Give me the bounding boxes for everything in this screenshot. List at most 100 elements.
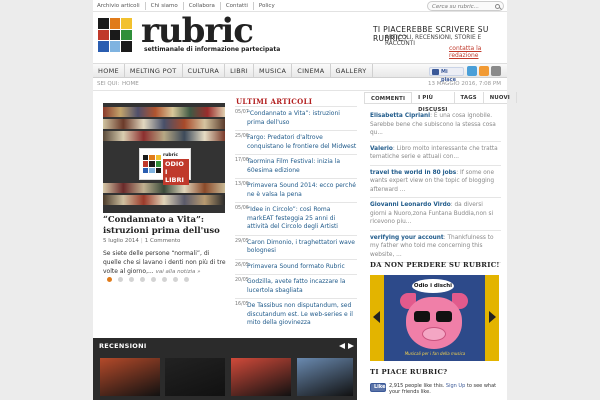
latest-article-item: 05/07 “Condannato a Vita”: istruzioni pri… [235,106,357,130]
fb-box-heading: TI PIACE RUBRIC? [370,368,448,376]
facebook-like-button[interactable]: Mi piace [429,67,464,83]
slider-badge: rubric ODIO I LIBRI [139,148,191,185]
toplink-archivio[interactable]: Archivio articoli [97,2,146,10]
slider-dot[interactable] [118,277,123,282]
latest-article-date: 20/05 [235,278,249,283]
top-links: Archivio articoli Chi siamo Collabora Co… [97,2,280,10]
review-thumbnail[interactable] [231,358,291,396]
search-icon[interactable] [495,3,500,9]
email-icon[interactable] [491,66,501,76]
nav-item-cinema[interactable]: CINEMA [292,64,331,78]
latest-article-date: 26/05 [235,262,249,268]
latest-article-link[interactable]: “Idee in Circolo”: così Roma markEAT fes… [247,206,357,232]
banner-heading: DA NON PERDERE SU RUBRIC! [370,261,500,269]
featured-title-link[interactable]: “Condannato a Vita”: istruzioni prima de… [103,215,228,237]
latest-articles-list: 05/07 “Condannato a Vita”: istruzioni pri… [235,106,357,331]
pig-illustration-icon [406,297,462,349]
fb-signup-link[interactable]: Sign Up [446,383,465,389]
carousel-prev-icon[interactable] [339,343,345,349]
fb-box-like-button[interactable]: Like [370,383,386,392]
toplink-collabora[interactable]: Collabora [184,2,221,10]
rss-icon[interactable] [479,66,489,76]
carousel-next-icon[interactable] [348,343,354,349]
nav-item-gallery[interactable]: GALLERY [331,64,373,78]
toplink-policy[interactable]: Policy [254,2,280,10]
latest-article-link[interactable]: Fargo: Predatori d'altrove conquistano l… [247,134,357,151]
slider-dot[interactable] [129,277,134,282]
featured-date: 5 luglio 2014 [103,238,139,244]
nav-item-libri[interactable]: LIBRI [225,64,255,78]
review-thumbnail[interactable] [165,358,225,396]
facebook-thumb-icon [432,69,439,75]
comment-author-link[interactable]: verifying your account [370,235,444,241]
tab-tags[interactable]: TAGS [455,92,484,103]
recensioni-carousel: RECENSIONI [93,338,357,400]
latest-article-item: 13/06 Primavera Sound 2014: ecco perché n… [235,178,357,202]
latest-articles-heading: ULTIMI ARTICOLI [236,97,313,106]
banner-caption: Musicali per i fan della musica [404,351,466,356]
slider-dot[interactable] [107,277,112,282]
featured-read-more-link[interactable]: vai alla notizia » [156,269,201,275]
latest-article-link[interactable]: Primavera Sound 2014: ecco perché ne è v… [247,182,357,199]
nav-item-musica[interactable]: MUSICA [254,64,293,78]
slider-dot[interactable] [151,277,156,282]
latest-article-link[interactable]: De Tassibus non disputandum, sed discuta… [247,302,357,328]
tab-piu-discussi[interactable]: I PIÙ DISCUSSI [412,92,455,113]
latest-article-item: 16/05 De Tassibus non disputandum, sed di… [235,298,357,331]
featured-excerpt: Se siete delle persone “normali”, di que… [103,249,228,277]
comment-author-link[interactable]: travel the world in 80 jobs [370,170,456,176]
latest-article-date: 29/05 [235,238,249,244]
featured-comments-link[interactable]: 1 Commento [145,238,181,244]
comment-item: verifying your account: Thankfulness to … [370,231,501,263]
promo-banner[interactable]: Odio i dischi Musicali per i fan della m… [370,275,499,361]
social-icons [467,66,501,76]
breadcrumb-home-link[interactable]: HOME [122,81,139,87]
latest-article-item: 20/05 Godzilla, avete fatto incazzare la … [235,274,357,298]
latest-article-item: 29/05 Caron Dimonio, i traghettatori wave… [235,234,357,259]
search-input[interactable] [428,3,492,11]
latest-article-link[interactable]: “Condannato a Vita”: istruzioni prima de… [247,110,357,127]
comment-author-link[interactable]: Valerio [370,146,393,152]
nav-item-melting-pot[interactable]: MELTING POT [125,64,183,78]
slider-dot[interactable] [140,277,145,282]
review-thumbnail[interactable] [100,358,160,396]
comment-author-link[interactable]: Giovanni Leonardo Virdo [370,202,451,208]
featured-slider-image[interactable]: rubric ODIO I LIBRI [103,103,225,213]
slider-dot[interactable] [162,277,167,282]
latest-article-link[interactable]: Godzilla, avete fatto incazzare la lucer… [247,278,357,295]
latest-article-link[interactable]: Primavera Sound formato Rubric [247,263,357,272]
latest-article-link[interactable]: Caron Dimonio, i traghettatori wave bolo… [247,239,357,256]
latest-article-date: 17/06 [235,158,249,163]
sidebar-tabs: COMMENTI I PIÙ DISCUSSI TAGS NUOVI [364,92,517,113]
comment-item: Valerio: Libro molto interessante che tr… [370,142,501,166]
tab-commenti[interactable]: COMMENTI [364,92,413,103]
slider-dot[interactable] [184,277,189,282]
latest-article-date: 13/06 [235,182,249,187]
review-thumbnail[interactable] [297,358,353,396]
logo-icon[interactable] [98,18,132,52]
latest-article-link[interactable]: Taormina Film Festival: inizia la 60esim… [247,158,357,175]
logo-wordmark[interactable]: rubric [141,12,254,50]
banner-next-icon[interactable] [489,311,496,323]
nav-item-cultura[interactable]: CULTURA [183,64,226,78]
toplink-chi-siamo[interactable]: Chi siamo [146,2,184,10]
badge-logo-icon [143,155,161,173]
comment-author-link[interactable]: Elisabetta Cipriani [370,113,430,119]
badge-word: rubric [163,153,179,158]
twitter-icon[interactable] [467,66,477,76]
comment-item: Giovanni Leonardo Virdo: da diversi gior… [370,198,501,231]
slider-pagination [107,277,189,282]
latest-article-date: 16/05 [235,302,249,307]
contact-redazione-link[interactable]: contatta la redazione [449,45,507,59]
slider-dot[interactable] [173,277,178,282]
badge-title: ODIO I LIBRI [163,159,189,185]
comments-list: Elisabetta Cipriani: È una cosa ignobile… [370,109,501,263]
latest-article-item: 26/05 Primavera Sound formato Rubric [235,258,357,275]
toplink-contatti[interactable]: Contatti [221,2,254,10]
nav-item-home[interactable]: HOME [93,64,125,78]
breadcrumb-label: SEI QUI: [97,81,120,87]
latest-article-item: 05/06 “Idee in Circolo”: così Roma markEA… [235,202,357,235]
tab-nuovi[interactable]: NUOVI [484,92,517,103]
banner-prev-icon[interactable] [373,311,380,323]
logo-tagline: settimanale di informazione partecipata [144,46,281,53]
